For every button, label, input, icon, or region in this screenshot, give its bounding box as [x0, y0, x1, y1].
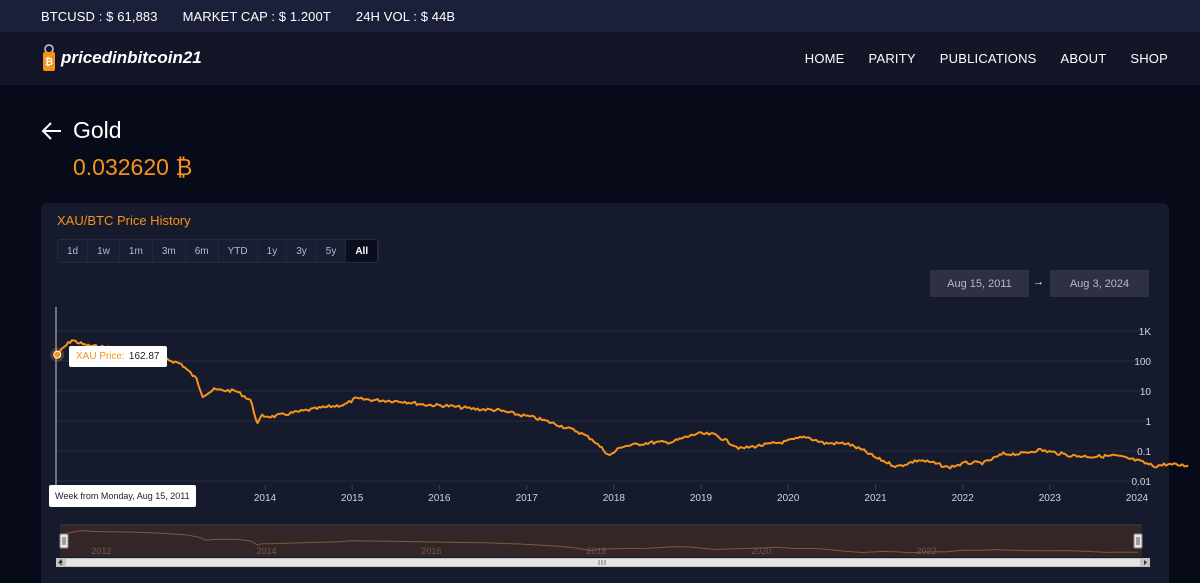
nav-parity[interactable]: PARITY [869, 51, 916, 66]
chart-title: XAU/BTC Price History [57, 213, 191, 228]
back-arrow-icon[interactable] [41, 120, 63, 142]
chart-tooltip: XAU Price: 162.87 [69, 346, 167, 367]
range-1m[interactable]: 1m [119, 240, 153, 262]
ticker-bar: BTCUSD : $ 61,883 MARKET CAP : $ 1.200T … [0, 0, 1200, 32]
range-5y[interactable]: 5y [316, 240, 347, 262]
date-range-arrow: → [1033, 276, 1044, 288]
asset-price: 0.032620 ₿ [73, 154, 193, 180]
range-selector: 1d 1w 1m 3m 6m YTD 1y 3y 5y All [57, 239, 380, 263]
nav-publications[interactable]: PUBLICATIONS [940, 51, 1037, 66]
main-nav: HOME PARITY PUBLICATIONS ABOUT SHOP [781, 32, 1168, 85]
tooltip-series-label: XAU Price: [76, 351, 125, 362]
range-ytd[interactable]: YTD [218, 240, 258, 262]
nav-about[interactable]: ABOUT [1061, 51, 1107, 66]
brand-name: pricedinbitcoin21 [61, 48, 202, 67]
btcusd-price: BTCUSD : $ 61,883 [41, 8, 158, 24]
asset-name: Gold [73, 117, 122, 143]
range-3m[interactable]: 3m [152, 240, 186, 262]
volume-24h: 24H VOL : $ 44B [355, 8, 456, 24]
svg-text:₿: ₿ [45, 56, 53, 68]
range-all[interactable]: All [346, 240, 379, 262]
bitcoin-tag-icon: ₿ [43, 44, 55, 71]
range-3y[interactable]: 3y [287, 240, 317, 262]
market-cap: MARKET CAP : $ 1.200T [182, 8, 331, 24]
logo[interactable]: ₿ pricedinbitcoin21 [41, 43, 202, 73]
range-1y[interactable]: 1y [257, 240, 288, 262]
date-from-input[interactable]: Aug 15, 2011 [930, 270, 1029, 297]
asset-header: Gold [41, 117, 122, 144]
tooltip-value: 162.87 [128, 351, 160, 362]
chart-panel: XAU/BTC Price History 1d 1w 1m 3m 6m YTD… [41, 203, 1169, 583]
range-1w[interactable]: 1w [88, 240, 120, 262]
range-1d[interactable]: 1d [58, 240, 89, 262]
navbar: ₿ pricedinbitcoin21 HOME PARITY PUBLICAT… [0, 32, 1200, 85]
range-6m[interactable]: 6m [185, 240, 219, 262]
nav-home[interactable]: HOME [805, 51, 845, 66]
x-axis-tooltip: Week from Monday, Aug 15, 2011 [49, 485, 196, 507]
nav-shop[interactable]: SHOP [1130, 51, 1168, 66]
date-to-input[interactable]: Aug 3, 2024 [1050, 270, 1149, 297]
